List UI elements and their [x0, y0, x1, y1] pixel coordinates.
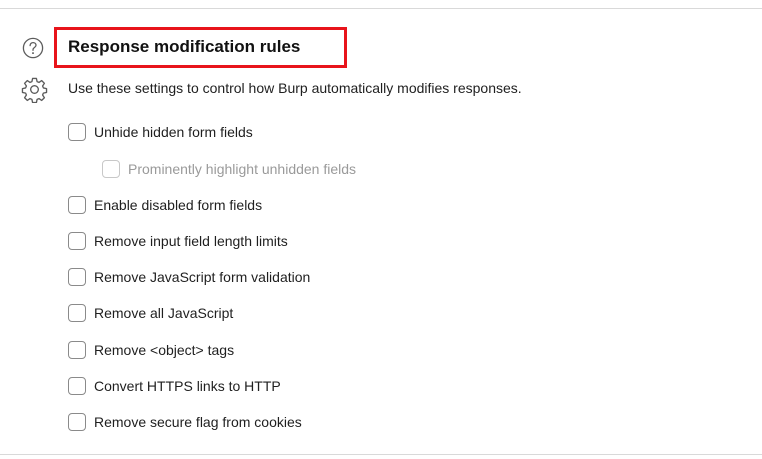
option-convert-https-links-to-http[interactable]: Convert HTTPS links to HTTP — [68, 376, 281, 396]
help-icon[interactable] — [22, 37, 44, 59]
checkbox[interactable] — [68, 268, 86, 286]
option-remove-input-field-length-limits[interactable]: Remove input field length limits — [68, 231, 288, 251]
option-label: Remove <object> tags — [94, 342, 235, 358]
checkbox[interactable] — [68, 232, 86, 250]
checkbox[interactable] — [68, 123, 86, 141]
option-label: Remove JavaScript form validation — [94, 269, 311, 285]
gear-icon[interactable] — [21, 76, 48, 103]
checkbox[interactable] — [68, 304, 86, 322]
option-label: Convert HTTPS links to HTTP — [94, 378, 281, 394]
bottom-divider — [0, 454, 762, 455]
checkbox[interactable] — [68, 377, 86, 395]
top-divider — [0, 8, 762, 9]
option-label: Unhide hidden form fields — [94, 124, 253, 140]
option-enable-disabled-form-fields[interactable]: Enable disabled form fields — [68, 195, 262, 215]
option-label: Remove input field length limits — [94, 233, 288, 249]
option-prominently-highlight-unhidden-fields: Prominently highlight unhidden fields — [102, 159, 356, 179]
checkbox[interactable] — [68, 341, 86, 359]
checkbox — [102, 160, 120, 178]
option-unhide-hidden-form-fields[interactable]: Unhide hidden form fields — [68, 122, 253, 142]
option-remove-javascript-form-validation[interactable]: Remove JavaScript form validation — [68, 267, 310, 287]
checkbox[interactable] — [68, 196, 86, 214]
option-remove-object-tags[interactable]: Remove <object> tags — [68, 340, 234, 360]
checkbox[interactable] — [68, 413, 86, 431]
option-label: Remove secure flag from cookies — [94, 414, 302, 430]
option-remove-secure-flag-from-cookies[interactable]: Remove secure flag from cookies — [68, 412, 302, 432]
section-title: Response modification rules — [68, 37, 301, 56]
option-label: Enable disabled form fields — [94, 197, 263, 213]
option-label: Remove all JavaScript — [94, 305, 234, 321]
option-label: Prominently highlight unhidden fields — [128, 161, 357, 177]
option-remove-all-javascript[interactable]: Remove all JavaScript — [68, 303, 233, 323]
section-description: Use these settings to control how Burp a… — [68, 80, 522, 96]
